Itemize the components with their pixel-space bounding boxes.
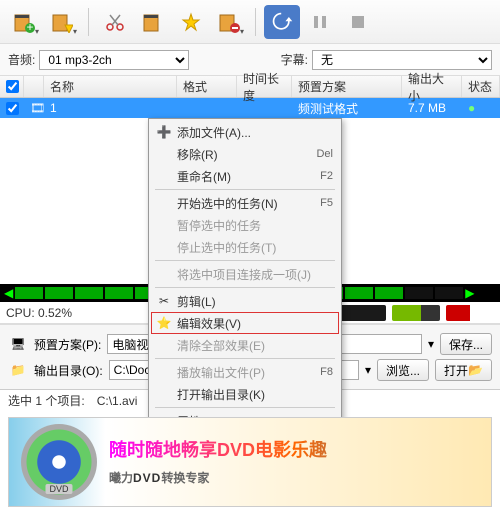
context-menu: ➕添加文件(A)... 移除(R)Del 重命名(M)F2 开始选中的任务(N)… bbox=[148, 118, 342, 435]
select-all-checkbox[interactable] bbox=[6, 80, 19, 93]
ctx-pause: 暂停选中的任务 bbox=[151, 214, 339, 236]
plus-icon: ➕ bbox=[156, 124, 172, 140]
ctx-play-output: 播放输出文件(P)F8 bbox=[151, 361, 339, 383]
browse-button[interactable]: 浏览... bbox=[377, 359, 429, 381]
cell-preset: 频测试格式 bbox=[292, 100, 402, 117]
merge-button[interactable] bbox=[135, 5, 171, 39]
pause-button[interactable] bbox=[302, 5, 338, 39]
ctx-merge: 将选中项目连接成一项(J) bbox=[151, 263, 339, 285]
status-path: C:\1.avi bbox=[97, 394, 138, 408]
cpu-label: CPU: 0.52% bbox=[6, 306, 72, 320]
col-status[interactable]: 状态 bbox=[462, 76, 500, 97]
convert-button[interactable] bbox=[264, 5, 300, 39]
ctx-clear-effects: 清除全部效果(E) bbox=[151, 334, 339, 356]
cell-status: ● bbox=[462, 101, 500, 115]
table-header: 名称 格式 时间长度 预置方案 输出大小 状态 bbox=[0, 76, 500, 98]
ctx-separator bbox=[155, 260, 335, 261]
ctx-separator bbox=[155, 287, 335, 288]
subtitle-label: 字幕: bbox=[281, 51, 308, 68]
ctx-stop: 停止选中的任务(T) bbox=[151, 236, 339, 258]
ctx-rename[interactable]: 重命名(M)F2 bbox=[151, 165, 339, 187]
ctx-edit-effects[interactable]: ⭐编辑效果(V) bbox=[151, 312, 339, 334]
cell-size: 7.7 MB bbox=[402, 101, 462, 115]
ctx-separator bbox=[155, 358, 335, 359]
save-button[interactable]: 保存... bbox=[440, 333, 492, 355]
col-duration[interactable]: 时间长度 bbox=[237, 76, 292, 97]
ctx-start[interactable]: 开始选中的任务(N)F5 bbox=[151, 192, 339, 214]
col-size[interactable]: 输出大小 bbox=[402, 76, 462, 97]
ctx-remove[interactable]: 移除(R)Del bbox=[151, 143, 339, 165]
svg-text:+: + bbox=[26, 20, 33, 33]
ctx-add-file[interactable]: ➕添加文件(A)... bbox=[151, 121, 339, 143]
file-icon: 🎞 bbox=[24, 101, 44, 115]
ctx-cut[interactable]: ✂剪辑(L) bbox=[151, 290, 339, 312]
banner-line2: 曦力DVD转换专家 bbox=[109, 462, 479, 488]
col-format[interactable]: 格式 bbox=[177, 76, 237, 97]
cuda-badge bbox=[392, 305, 440, 321]
toolbar-separator bbox=[88, 8, 89, 36]
ctx-separator bbox=[155, 189, 335, 190]
main-toolbar: +▾ ▾ ▾ bbox=[0, 0, 500, 44]
open-button[interactable]: 打开 📂 bbox=[435, 359, 492, 381]
file-list-area: ➕添加文件(A)... 移除(R)Del 重命名(M)F2 开始选中的任务(N)… bbox=[0, 118, 500, 284]
add-file-button[interactable]: +▾ bbox=[6, 5, 42, 39]
effects-button[interactable] bbox=[173, 5, 209, 39]
star-icon: ⭐ bbox=[156, 315, 172, 331]
col-preset[interactable]: 预置方案 bbox=[292, 76, 402, 97]
stop-button[interactable] bbox=[340, 5, 376, 39]
preset-dropdown-icon[interactable]: ▾ bbox=[428, 337, 434, 351]
outdir-dropdown-icon[interactable]: ▾ bbox=[365, 363, 371, 377]
add-dvd-button[interactable]: ▾ bbox=[44, 5, 80, 39]
cell-name: 1 bbox=[44, 101, 177, 115]
scissors-icon: ✂ bbox=[156, 293, 172, 309]
preset-label: 预置方案(P): bbox=[34, 336, 101, 353]
gpu-badges bbox=[338, 305, 494, 321]
dvd-disc-icon bbox=[21, 424, 97, 500]
outdir-label: 输出目录(O): bbox=[34, 362, 103, 379]
ctx-open-dir[interactable]: 打开输出目录(K) bbox=[151, 383, 339, 405]
row-checkbox[interactable] bbox=[6, 102, 19, 115]
ad-banner[interactable]: 随时随地畅享DVD电影乐趣 曦力DVD转换专家 bbox=[8, 417, 492, 507]
toolbar-separator bbox=[255, 8, 256, 36]
remove-button[interactable]: ▾ bbox=[211, 5, 247, 39]
prog-right-icon[interactable]: ▶ bbox=[465, 286, 474, 300]
status-selection: 选中 1 个项目: bbox=[8, 392, 85, 409]
cut-button[interactable] bbox=[97, 5, 133, 39]
preset-icon: 🖥 bbox=[8, 334, 28, 354]
subtitle-select[interactable]: 无 bbox=[312, 50, 492, 70]
folder-icon: 📁 bbox=[8, 360, 28, 380]
audio-select[interactable]: 01 mp3-2ch bbox=[39, 50, 189, 70]
ctx-separator bbox=[155, 407, 335, 408]
banner-line1: 随时随地畅享DVD电影乐趣 bbox=[109, 436, 479, 462]
nvidia-badge bbox=[338, 305, 386, 321]
ati-badge bbox=[446, 305, 494, 321]
prog-left-icon[interactable]: ◀ bbox=[4, 286, 13, 300]
audio-label: 音频: bbox=[8, 51, 35, 68]
col-name[interactable]: 名称 bbox=[44, 76, 177, 97]
